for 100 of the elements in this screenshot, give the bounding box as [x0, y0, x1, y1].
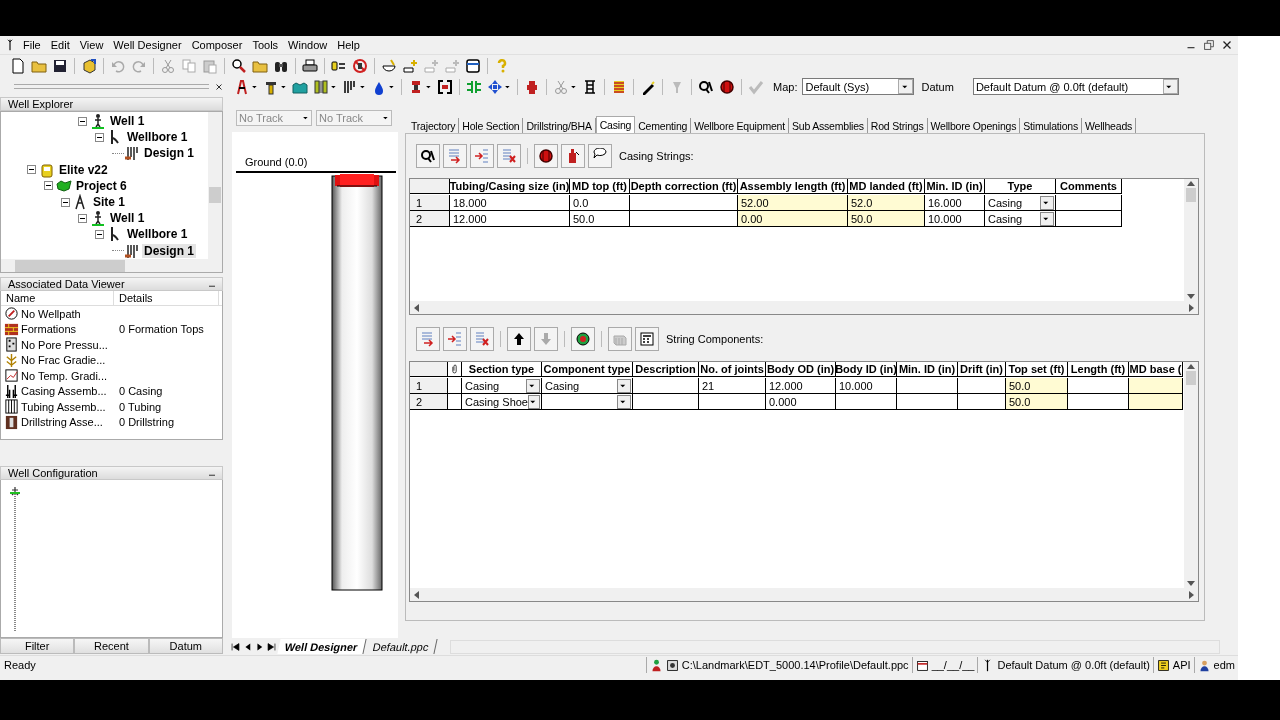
- horizontal-scrollbar[interactable]: [0, 259, 223, 273]
- tree-item[interactable]: Project 6: [74, 178, 129, 193]
- pen-icon[interactable]: [640, 78, 656, 95]
- column-header[interactable]: MD base (: [1129, 362, 1183, 377]
- printer-icon[interactable]: [302, 57, 318, 74]
- menu-item[interactable]: Edit: [45, 39, 75, 51]
- column-header[interactable]: Description: [633, 362, 699, 377]
- column-header[interactable]: MD top (ft): [570, 179, 630, 194]
- table-cell[interactable]: 50.0: [1006, 378, 1068, 394]
- column-header[interactable]: Section type: [462, 362, 542, 377]
- data-item[interactable]: No Wellpath: [21, 307, 81, 320]
- menu-item[interactable]: File: [18, 39, 46, 51]
- menu-item[interactable]: View: [74, 39, 109, 51]
- datum-dropdown[interactable]: Default Datum @ 0.0ft (default): [972, 78, 1179, 95]
- row-header[interactable]: 1: [410, 378, 448, 394]
- tree-item[interactable]: Well 1: [108, 211, 147, 226]
- table-cell[interactable]: 12.000: [450, 211, 570, 227]
- panel-tab[interactable]: Filter: [0, 638, 75, 654]
- table-cell[interactable]: 16.000: [925, 195, 985, 211]
- column-header[interactable]: Name: [1, 291, 114, 305]
- map-dropdown[interactable]: Default (Sys): [802, 78, 915, 95]
- brackets-icon[interactable]: [437, 78, 453, 95]
- data-item[interactable]: Tubing Assemb...: [21, 400, 106, 413]
- row-header[interactable]: 2: [410, 211, 450, 227]
- up-arrow-icon[interactable]: [511, 331, 527, 347]
- table-cell[interactable]: 12.000: [766, 378, 836, 394]
- tree-item[interactable]: Wellbore 1: [125, 130, 190, 145]
- collapse-icon[interactable]: [61, 197, 70, 207]
- delete-row-icon[interactable]: [474, 331, 490, 347]
- table-cell[interactable]: [448, 394, 462, 410]
- columns-icon[interactable]: [313, 78, 329, 95]
- column-header[interactable]: Length (ft): [1068, 362, 1129, 377]
- column-header[interactable]: Type: [985, 179, 1056, 194]
- calculator-icon[interactable]: [639, 331, 655, 347]
- table-cell[interactable]: [1056, 211, 1122, 227]
- move-icon[interactable]: [487, 78, 503, 95]
- data-item[interactable]: No Frac Gradie...: [21, 354, 106, 367]
- menu-item[interactable]: Tools: [247, 39, 284, 51]
- row-header[interactable]: 2: [410, 394, 448, 410]
- table-cell[interactable]: [836, 394, 897, 410]
- tab[interactable]: Casing: [595, 116, 636, 133]
- table-cell[interactable]: [897, 378, 958, 394]
- striped-block-icon[interactable]: [611, 78, 627, 95]
- bowl-icon[interactable]: [381, 57, 397, 74]
- column-header[interactable]: No. of joints: [699, 362, 766, 377]
- collapse-icon[interactable]: [78, 213, 87, 223]
- data-item[interactable]: No Temp. Gradi...: [21, 369, 107, 382]
- first-page-icon[interactable]: [230, 640, 241, 653]
- derrick-icon[interactable]: [234, 78, 250, 95]
- table-cell[interactable]: [699, 394, 766, 410]
- vertical-scrollbar[interactable]: [1184, 362, 1198, 588]
- target-icon[interactable]: [575, 331, 591, 347]
- column-header[interactable]: Comments: [1056, 179, 1122, 194]
- page-icon[interactable]: [10, 57, 26, 74]
- dropdown-cell[interactable]: Casing: [542, 378, 633, 394]
- ring-icon[interactable]: [538, 148, 554, 164]
- table-cell[interactable]: [1129, 394, 1183, 410]
- data-item[interactable]: Formations: [21, 323, 77, 336]
- add-row-icon[interactable]: [420, 331, 436, 347]
- column-header[interactable]: Top set (ft): [1006, 362, 1068, 377]
- column-header[interactable]: Body OD (in): [766, 362, 836, 377]
- menu-item[interactable]: Composer: [186, 39, 248, 51]
- panel-tab[interactable]: Datum: [148, 638, 223, 654]
- table-cell[interactable]: 0.0: [570, 195, 630, 211]
- dropdown-cell[interactable]: Casing: [462, 378, 542, 394]
- dropdown-cell[interactable]: Casing: [985, 195, 1056, 211]
- collapse-icon[interactable]: [44, 181, 53, 191]
- delete-row-icon[interactable]: [501, 148, 517, 164]
- table-cell[interactable]: [1056, 195, 1122, 211]
- magnifier-icon[interactable]: [420, 148, 436, 164]
- menu-item[interactable]: Well Designer: [108, 39, 187, 51]
- table-cell[interactable]: 10.000: [836, 378, 897, 394]
- column-header[interactable]: Drift (in): [958, 362, 1006, 377]
- column-header[interactable]: Body ID (in): [836, 362, 897, 377]
- cage-icon[interactable]: [582, 78, 598, 95]
- no-entry-icon[interactable]: [352, 57, 368, 74]
- table-cell[interactable]: [1129, 378, 1183, 394]
- table-cell[interactable]: 10.000: [925, 211, 985, 227]
- lines-icon[interactable]: [342, 78, 358, 95]
- dropdown-cell[interactable]: [542, 394, 633, 410]
- column-header[interactable]: Component type: [542, 362, 633, 377]
- magnifier-icon[interactable]: [698, 78, 714, 95]
- window-icon[interactable]: [465, 57, 481, 74]
- tree-item[interactable]: Elite v22: [57, 162, 110, 177]
- table-cell[interactable]: 50.0: [570, 211, 630, 227]
- collapse-icon[interactable]: [95, 229, 104, 239]
- column-header[interactable]: Depth correction (ft): [630, 179, 738, 194]
- tree-item[interactable]: Design 1: [142, 243, 196, 258]
- menu-item[interactable]: Help: [332, 39, 365, 51]
- row-header[interactable]: 1: [410, 195, 450, 211]
- collapse-icon[interactable]: [27, 165, 36, 175]
- tree-item[interactable]: Design 1: [142, 146, 196, 161]
- table-cell[interactable]: 52.0: [848, 195, 925, 211]
- restore-icon[interactable]: [1202, 38, 1216, 52]
- insert-row-icon[interactable]: [474, 148, 490, 164]
- table-cell[interactable]: [897, 394, 958, 410]
- collapse-icon[interactable]: [78, 116, 87, 126]
- add-row-icon[interactable]: [447, 148, 463, 164]
- add-pipe-icon[interactable]: [402, 57, 418, 74]
- column-header[interactable]: Min. ID (in): [897, 362, 958, 377]
